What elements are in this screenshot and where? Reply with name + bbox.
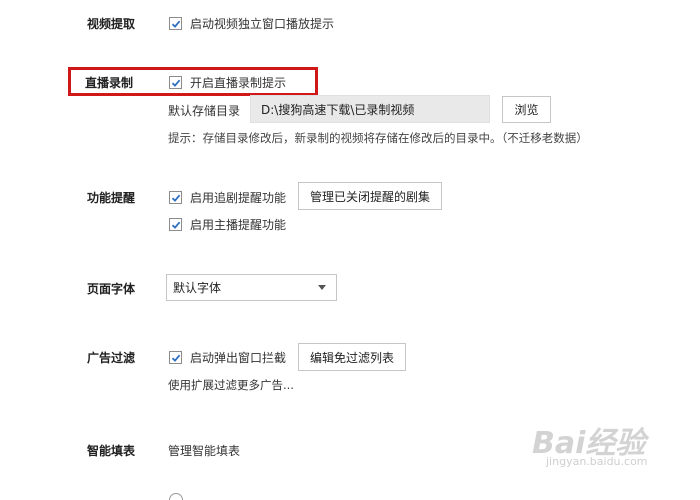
video-popup-option[interactable]: 启动视频独立窗口播放提示 xyxy=(169,15,334,32)
popup-block-option[interactable]: 启动弹出窗口拦截 xyxy=(169,349,286,366)
reminder-title: 功能提醒 xyxy=(87,191,136,205)
checkbox-checked-icon[interactable] xyxy=(169,191,182,204)
edit-whitelist-button[interactable]: 编辑免过滤列表 xyxy=(298,343,406,371)
live-record-option[interactable]: 开启直播录制提示 xyxy=(169,74,286,91)
storage-hint: 提示：存储目录修改后，新录制的视频将存储在修改后的目录中。（不迁移老数据） xyxy=(168,131,588,145)
popup-block-label: 启动弹出窗口拦截 xyxy=(190,351,287,365)
browse-button[interactable]: 浏览 xyxy=(502,96,551,123)
manage-autofill-link[interactable]: 管理智能填表 xyxy=(168,442,240,459)
ad-filter-title: 广告过滤 xyxy=(87,351,136,365)
drama-reminder-option[interactable]: 启用追剧提醒功能 xyxy=(169,189,286,206)
checkbox-checked-icon[interactable] xyxy=(169,218,182,231)
video-extract-title: 视频提取 xyxy=(87,17,136,31)
video-popup-label: 启动视频独立窗口播放提示 xyxy=(190,17,335,31)
font-select[interactable]: 默认字体 xyxy=(166,274,337,301)
watermark-url: jingyan.baidu.com xyxy=(546,455,648,468)
live-record-title: 直播录制 xyxy=(85,76,134,90)
radio-button[interactable] xyxy=(169,493,183,500)
page-font-title: 页面字体 xyxy=(87,282,136,296)
autofill-title: 智能填表 xyxy=(87,444,136,458)
font-select-value: 默认字体 xyxy=(173,281,222,295)
live-record-label: 开启直播录制提示 xyxy=(190,76,287,90)
checkbox-checked-icon[interactable] xyxy=(169,351,182,364)
drama-reminder-label: 启用追剧提醒功能 xyxy=(190,191,287,205)
anchor-reminder-option[interactable]: 启用主播提醒功能 xyxy=(169,216,286,233)
chevron-down-icon xyxy=(318,285,326,290)
checkbox-checked-icon[interactable] xyxy=(169,17,182,30)
checkbox-checked-icon[interactable] xyxy=(169,76,182,89)
storage-dir-label: 默认存储目录 xyxy=(168,104,241,118)
manage-closed-reminders-button[interactable]: 管理已关闭提醒的剧集 xyxy=(298,182,442,210)
storage-dir-field[interactable]: D:\搜狗高速下载\已录制视频 xyxy=(250,95,490,123)
more-filter-link[interactable]: 使用扩展过滤更多广告... xyxy=(168,377,294,393)
anchor-reminder-label: 启用主播提醒功能 xyxy=(190,218,287,232)
